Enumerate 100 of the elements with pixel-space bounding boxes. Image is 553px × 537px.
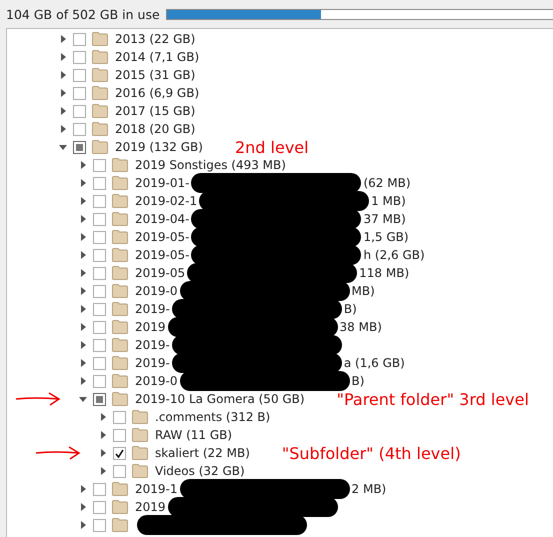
expander-icon[interactable] (59, 125, 67, 133)
folder-icon (112, 392, 128, 406)
checkbox[interactable] (113, 446, 126, 460)
checkbox[interactable] (93, 176, 106, 190)
folder-icon (112, 194, 128, 208)
expander-icon[interactable] (79, 377, 87, 385)
expander-icon[interactable] (59, 53, 67, 61)
folder-icon (112, 302, 128, 316)
checkbox[interactable] (93, 482, 106, 496)
expander-icon[interactable] (79, 197, 87, 205)
folder-label: 2015 (31 GB) (115, 68, 196, 82)
checkbox[interactable] (93, 320, 106, 334)
expander-icon[interactable] (79, 323, 87, 331)
expander-icon[interactable] (99, 413, 107, 421)
folder-label: 2014 (7,1 GB) (115, 50, 200, 64)
expander-icon[interactable] (59, 71, 67, 79)
checkbox[interactable] (93, 266, 106, 280)
folder-label: 2019-05- (135, 230, 190, 244)
folder-label: 2019-01- (135, 176, 190, 190)
checkbox[interactable] (113, 428, 126, 442)
expander-icon[interactable] (79, 341, 87, 349)
checkbox[interactable] (73, 86, 86, 100)
expander-icon[interactable] (79, 395, 87, 403)
expander-icon[interactable] (79, 359, 87, 367)
checkbox[interactable] (73, 68, 86, 82)
checkbox[interactable] (93, 158, 106, 172)
expander-icon[interactable] (59, 143, 67, 151)
folder-label: 2019 (135, 320, 166, 334)
checkbox[interactable] (93, 338, 106, 352)
checkbox[interactable] (113, 410, 126, 424)
expander-icon[interactable] (79, 485, 87, 493)
checkbox[interactable] (73, 104, 86, 118)
expander-icon[interactable] (99, 449, 107, 457)
folder-icon (132, 464, 148, 478)
folder-icon (132, 446, 148, 460)
folder-label: (62 MB) (363, 176, 411, 190)
expander-icon[interactable] (79, 161, 87, 169)
expander-icon[interactable] (59, 89, 67, 97)
checkbox[interactable] (93, 284, 106, 298)
folder-icon (112, 158, 128, 172)
folder-label: 2019 (135, 500, 166, 514)
folder-icon (112, 248, 128, 262)
expander-icon[interactable] (79, 251, 87, 259)
checkbox[interactable] (93, 500, 106, 514)
folder-label: 38 MB) (340, 320, 382, 334)
expander-icon[interactable] (79, 215, 87, 223)
expander-icon[interactable] (79, 503, 87, 511)
folder-label: MB) (352, 284, 375, 298)
folder-icon (112, 212, 128, 226)
folder-icon (92, 140, 108, 154)
expander-icon[interactable] (79, 521, 87, 529)
folder-label: 1,5 GB) (363, 230, 409, 244)
folder-label: 2019-05 (135, 266, 186, 280)
folder-icon (92, 86, 108, 100)
folder-icon (112, 176, 128, 190)
checkbox[interactable] (93, 212, 106, 226)
folder-icon (112, 284, 128, 298)
expander-icon[interactable] (59, 35, 67, 43)
folder-label: 2017 (15 GB) (115, 104, 196, 118)
folder-label: 2019-04- (135, 212, 190, 226)
expander-icon[interactable] (79, 269, 87, 277)
folder-label: Videos (32 GB) (155, 464, 245, 478)
folder-label: 2019-05- (135, 248, 190, 262)
folder-icon (92, 104, 108, 118)
checkbox[interactable] (73, 122, 86, 136)
checkbox[interactable] (93, 248, 106, 262)
checkbox[interactable] (113, 464, 126, 478)
folder-icon (112, 356, 128, 370)
checkbox[interactable] (93, 392, 106, 406)
folder-label: skaliert (22 MB) (155, 446, 250, 460)
folder-label: 2019 Sonstiges (493 MB) (135, 158, 286, 172)
folder-label: 2019- (135, 302, 170, 316)
folder-label: 2019-1 (135, 482, 178, 496)
checkbox[interactable] (93, 230, 106, 244)
annotation: 2nd level (234, 138, 309, 156)
folder-label: a (1,6 GB) (344, 356, 405, 370)
checkbox[interactable] (93, 302, 106, 316)
expander-icon[interactable] (99, 431, 107, 439)
checkbox[interactable] (73, 140, 86, 154)
folder-label: 2019-02-1 (135, 194, 198, 208)
folder-icon (112, 500, 128, 514)
expander-icon[interactable] (79, 179, 87, 187)
folder-icon (92, 32, 108, 46)
folder-icon (112, 338, 128, 352)
checkbox[interactable] (93, 518, 106, 532)
folder-icon (112, 230, 128, 244)
checkbox[interactable] (93, 374, 106, 388)
expander-icon[interactable] (79, 233, 87, 241)
folder-icon (132, 410, 148, 424)
folder-icon (92, 68, 108, 82)
checkbox[interactable] (73, 32, 86, 46)
checkbox[interactable] (73, 50, 86, 64)
expander-icon[interactable] (79, 305, 87, 313)
expander-icon[interactable] (59, 107, 67, 115)
folder-label: 37 MB) (363, 212, 406, 226)
expander-icon[interactable] (99, 467, 107, 475)
checkbox[interactable] (93, 194, 106, 208)
expander-icon[interactable] (79, 287, 87, 295)
annotation: "Subfolder" (4th level) (282, 444, 461, 462)
checkbox[interactable] (93, 356, 106, 370)
